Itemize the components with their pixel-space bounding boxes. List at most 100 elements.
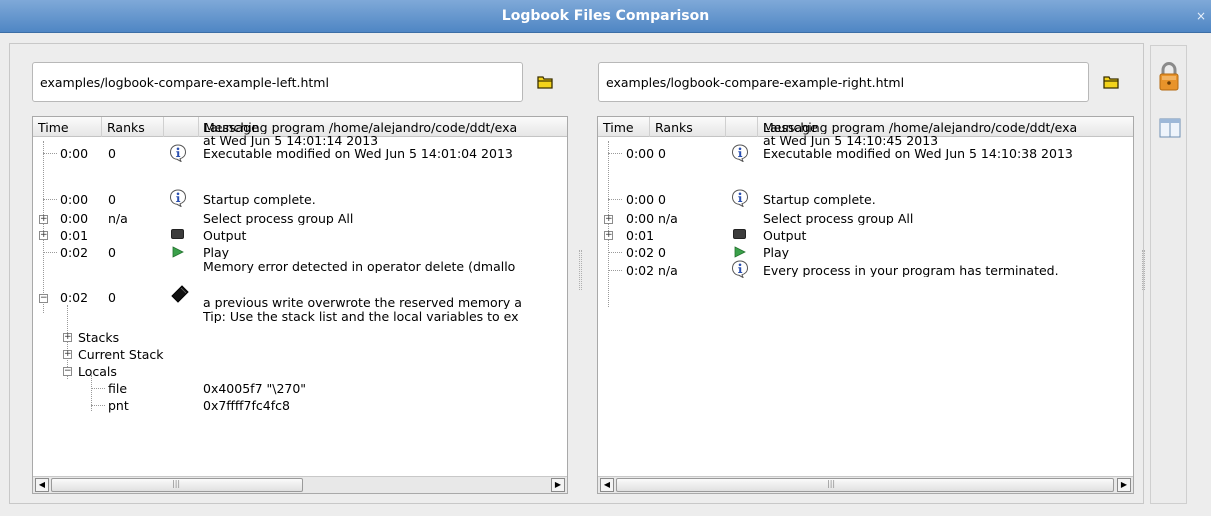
- tree-line: [91, 388, 105, 389]
- column-time[interactable]: Time: [598, 117, 650, 137]
- row-message-line: at Wed Jun 5 14:01:14 2013: [203, 134, 379, 147]
- row-message-line: Launching program /home/alejandro/code/d…: [203, 121, 518, 134]
- tree-line: [91, 405, 105, 406]
- row-ranks: n/a: [658, 211, 678, 226]
- row-ranks: 0: [108, 192, 116, 207]
- local-variable-name[interactable]: file: [108, 382, 127, 395]
- left-open-folder-icon[interactable]: [533, 70, 557, 94]
- row-ranks: 0: [108, 245, 116, 260]
- row-ranks: 0: [658, 245, 666, 260]
- tree-line: [43, 199, 57, 200]
- row-message-line: Select process group All: [203, 212, 354, 225]
- child-label[interactable]: Stacks: [78, 331, 119, 344]
- right-logbook-tree[interactable]: Time Ranks Message 0:00 0 Launching prog…: [597, 116, 1134, 494]
- row-message-line: Launching program /home/alejandro/code/d…: [763, 121, 1078, 134]
- column-ranks[interactable]: Ranks: [102, 117, 164, 137]
- expand-toggle[interactable]: +: [63, 333, 72, 342]
- column-time[interactable]: Time: [33, 117, 102, 137]
- info-icon: [731, 144, 749, 162]
- column-icon[interactable]: [726, 117, 758, 137]
- info-icon: [731, 189, 749, 207]
- tree-line: [608, 252, 622, 253]
- info-icon: [731, 260, 749, 278]
- row-message-line: Output: [763, 229, 807, 242]
- expand-toggle[interactable]: +: [63, 350, 72, 359]
- row-time: 0:00: [626, 146, 655, 161]
- row-message-line: Play: [203, 246, 230, 259]
- left-path-field[interactable]: examples/logbook-compare-example-left.ht…: [32, 62, 523, 102]
- row-message-line: Startup complete.: [203, 193, 316, 206]
- close-icon[interactable]: ×: [1195, 10, 1207, 22]
- scroll-thumb[interactable]: |||: [51, 478, 303, 492]
- row-message-line: a previous write overwrote the reserved …: [203, 296, 522, 309]
- child-label[interactable]: Locals: [78, 365, 117, 378]
- scroll-right-icon[interactable]: ▶: [1117, 478, 1131, 492]
- scroll-thumb[interactable]: |||: [616, 478, 1114, 492]
- row-time: 0:00: [60, 192, 89, 207]
- info-icon: [169, 144, 187, 162]
- row-ranks: n/a: [658, 263, 678, 278]
- row-ranks: 0: [108, 146, 116, 161]
- info-icon: [169, 189, 187, 207]
- window-titlebar: Logbook Files Comparison ×: [0, 0, 1211, 33]
- expand-toggle[interactable]: +: [39, 231, 48, 240]
- expand-toggle[interactable]: +: [39, 215, 48, 224]
- splitter-handle[interactable]: [1142, 250, 1145, 290]
- local-variable-name[interactable]: pnt: [108, 399, 129, 412]
- row-message-line: Tip: Use the stack list and the local va…: [203, 310, 519, 323]
- row-ranks: n/a: [108, 211, 128, 226]
- splitter-handle[interactable]: [579, 250, 582, 290]
- column-icon[interactable]: [164, 117, 199, 137]
- right-path-field[interactable]: examples/logbook-compare-example-right.h…: [598, 62, 1089, 102]
- row-message-line: Every process in your program has termin…: [763, 264, 1059, 277]
- right-open-folder-icon[interactable]: [1099, 70, 1123, 94]
- left-horizontal-scrollbar[interactable]: ◀ ||| ▶: [33, 476, 567, 493]
- tree-line: [43, 141, 44, 313]
- lock-icon[interactable]: [1157, 61, 1181, 93]
- tree-line: [43, 252, 57, 253]
- side-toolbar: [1150, 45, 1187, 504]
- row-message-line: Executable modified on Wed Jun 5 14:01:0…: [203, 147, 513, 160]
- collapse-toggle[interactable]: −: [63, 367, 72, 376]
- row-time: 0:00: [626, 211, 655, 226]
- row-time: 0:00: [60, 211, 89, 226]
- row-message-line: Output: [203, 229, 247, 242]
- play-icon: [734, 246, 746, 258]
- row-message-line: Select process group All: [763, 212, 914, 225]
- column-ranks[interactable]: Ranks: [650, 117, 726, 137]
- row-message-line: Play: [763, 246, 790, 259]
- scroll-left-icon[interactable]: ◀: [600, 478, 614, 492]
- row-time: 0:00: [626, 192, 655, 207]
- row-ranks: 0: [108, 290, 116, 305]
- output-icon: [733, 229, 746, 239]
- row-message-line: at Wed Jun 5 14:10:45 2013: [763, 134, 939, 147]
- tree-line: [608, 270, 622, 271]
- row-time: 0:02: [60, 245, 89, 260]
- row-time: 0:02: [626, 245, 655, 260]
- row-ranks: 0: [658, 192, 666, 207]
- row-time: 0:01: [626, 228, 655, 243]
- child-label[interactable]: Current Stack: [78, 348, 164, 361]
- scroll-right-icon[interactable]: ▶: [551, 478, 565, 492]
- row-time: 0:00: [60, 146, 89, 161]
- right-horizontal-scrollbar[interactable]: ◀ ||| ▶: [598, 476, 1133, 493]
- output-icon: [171, 229, 184, 239]
- play-icon: [172, 246, 184, 258]
- scroll-left-icon[interactable]: ◀: [35, 478, 49, 492]
- row-time: 0:01: [60, 228, 89, 243]
- row-ranks: 0: [658, 146, 666, 161]
- expand-toggle[interactable]: +: [604, 215, 613, 224]
- left-logbook-tree[interactable]: Time Ranks Message 0:00 0 Launching prog…: [32, 116, 568, 494]
- expand-toggle[interactable]: +: [604, 231, 613, 240]
- split-layout-icon[interactable]: [1159, 118, 1181, 138]
- memory-error-icon: [171, 285, 189, 303]
- comparison-frame: examples/logbook-compare-example-left.ht…: [9, 43, 1145, 504]
- local-variable-value: 0x7ffff7fc4fc8: [203, 398, 290, 413]
- tree-line: [43, 153, 57, 154]
- row-message-line: Memory error detected in operator delete…: [203, 260, 516, 273]
- row-message-line: Executable modified on Wed Jun 5 14:10:3…: [763, 147, 1073, 160]
- row-time: 0:02: [60, 290, 89, 305]
- tree-line: [608, 153, 622, 154]
- tree-line: [608, 141, 609, 307]
- collapse-toggle[interactable]: −: [39, 294, 48, 303]
